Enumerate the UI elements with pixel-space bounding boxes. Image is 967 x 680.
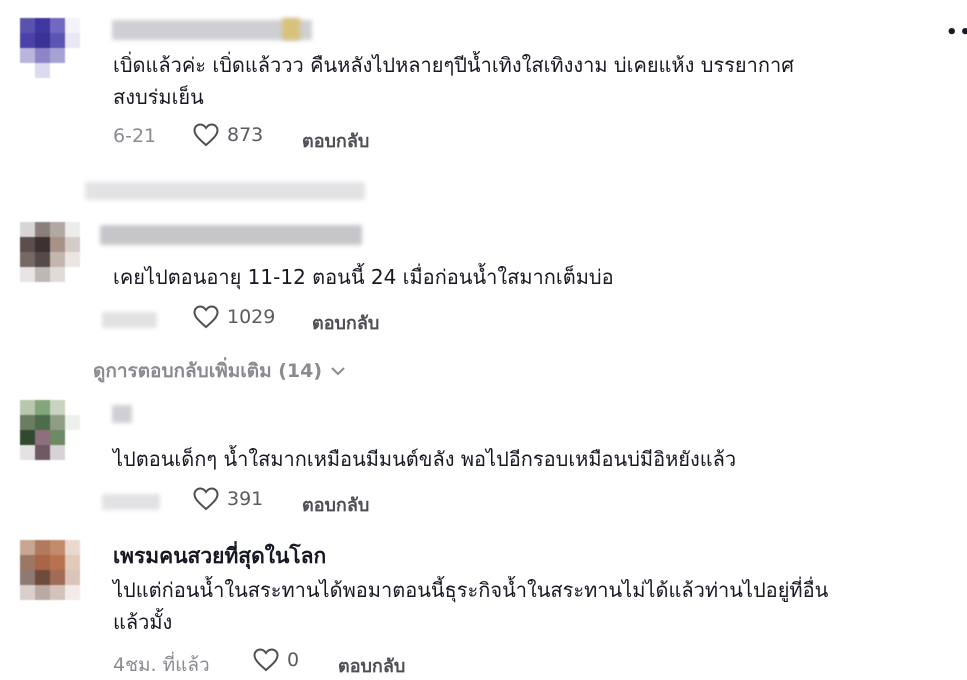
like-count: 0	[287, 649, 300, 671]
comment-username[interactable]: เพรมคนสวยที่สุดในโลก	[113, 540, 326, 573]
redacted-text	[85, 182, 365, 200]
comment-date: 6-21	[113, 125, 157, 147]
like-count: 391	[227, 488, 264, 510]
comment-text: เบิ่ดแล้วค่ะ เบิ่ดแล้ววว คืนหลังไปหลายๆป…	[113, 53, 794, 77]
comment-text-continued: สงบร่มเย็น	[113, 85, 204, 109]
like-button[interactable]: 1029	[193, 302, 275, 332]
view-more-replies-button[interactable]: ดูการตอบกลับเพิ่มเติม (14)	[93, 356, 346, 386]
avatar[interactable]	[20, 222, 80, 282]
reply-button[interactable]: ตอบกลับ	[302, 490, 369, 519]
avatar[interactable]	[20, 540, 80, 600]
comment-text: ไปตอนเด็กๆ น้ำใสมากเหมือนมีมนต์ขลัง พอไป…	[113, 447, 737, 471]
comment-date-redacted	[102, 312, 157, 328]
chevron-down-icon	[331, 367, 345, 376]
comment-text: ไปแต่ก่อนน้ำในสระทานได้พอมาตอนนี้ธุระกิจ…	[113, 578, 829, 602]
like-count: 873	[227, 124, 264, 146]
more-options-icon[interactable]: ••	[946, 22, 967, 43]
like-button[interactable]: 391	[193, 484, 263, 514]
reply-button[interactable]: ตอบกลับ	[312, 308, 379, 337]
like-button[interactable]: 873	[193, 120, 263, 150]
comment-date-redacted	[102, 494, 160, 510]
heart-outline-icon	[193, 305, 219, 329]
avatar[interactable]	[20, 18, 80, 78]
username-redacted	[112, 405, 132, 423]
comment-text: เคยไปตอนอายุ 11-12 ตอนนี้ 24 เมื่อก่อนน้…	[113, 265, 614, 289]
comment-date: 4ชม. ที่แล้ว	[113, 654, 210, 676]
heart-outline-icon	[193, 123, 219, 147]
reply-button[interactable]: ตอบกลับ	[338, 651, 405, 680]
view-more-replies-label: ดูการตอบกลับเพิ่มเติม (14)	[93, 360, 323, 382]
username-redacted-accent	[282, 18, 300, 40]
heart-outline-icon	[193, 487, 219, 511]
like-count: 1029	[227, 306, 276, 328]
reply-button[interactable]: ตอบกลับ	[302, 126, 369, 155]
username-redacted	[100, 225, 362, 245]
heart-outline-icon	[253, 648, 279, 672]
comment-text-continued: แล้วมั้ง	[113, 610, 173, 634]
avatar[interactable]	[20, 400, 80, 460]
like-button[interactable]: 0	[253, 645, 299, 675]
